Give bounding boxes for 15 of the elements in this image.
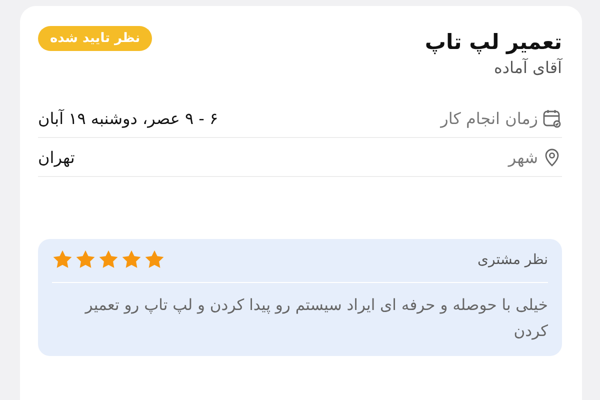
calendar-icon (542, 108, 562, 128)
provider-name: آقای آماده (493, 58, 562, 77)
star-icon (144, 249, 165, 270)
star-icon (75, 249, 96, 270)
review-title: نظر مشتری (478, 252, 548, 268)
star-icon (52, 249, 73, 270)
detail-label: زمان انجام کار (440, 108, 538, 128)
star-icon (98, 249, 119, 270)
status-badge: نظر تایید شده (38, 26, 152, 51)
service-title: تعمیر لپ تاپ (424, 30, 562, 54)
star-icon (121, 249, 142, 270)
detail-value: ۶ - ۹ عصر، دوشنبه ۱۹ آبان (38, 108, 218, 128)
detail-value: تهران (38, 148, 75, 166)
detail-label: شهر (508, 148, 538, 166)
review-text: خیلی با حوصله و حرفه ای ایراد سیستم رو پیدا کردن و لپ تاپ رو تعمیر کردن (84, 295, 548, 342)
